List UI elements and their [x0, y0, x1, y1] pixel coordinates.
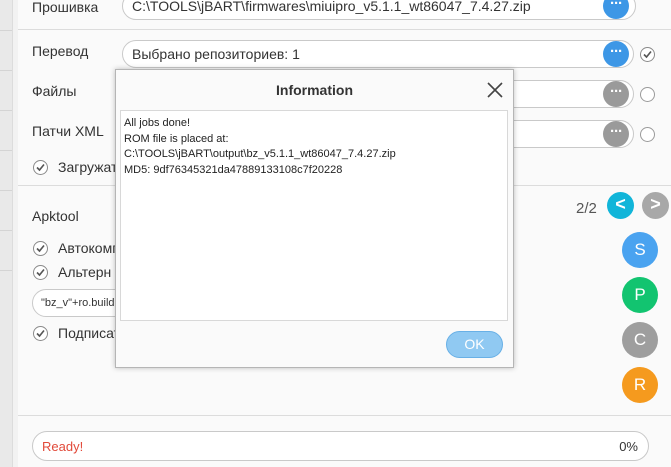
files-browse-button[interactable]: ··· [603, 81, 629, 107]
checkmark-icon [36, 268, 45, 277]
dialog-title: Information [276, 82, 353, 98]
close-icon[interactable] [483, 78, 507, 102]
dialog-message: All jobs done! ROM file is placed at: C:… [120, 110, 508, 321]
files-label: Файлы [32, 83, 77, 99]
translation-checkbox[interactable] [640, 47, 655, 62]
strip-divider [0, 230, 12, 231]
s-button[interactable]: S [622, 232, 658, 268]
progress-percent: 0% [619, 439, 638, 454]
message-line: MD5: 9df76345321da47889133108c7f20228 [124, 163, 343, 176]
strip-divider [0, 70, 12, 71]
translation-field[interactable]: Выбрано репозиториев: 1 [122, 40, 634, 68]
information-dialog: Information All jobs done! ROM file is p… [115, 69, 514, 368]
auto-option-label: Автокомп [58, 240, 120, 256]
message-line: ROM file is placed at: [124, 132, 229, 145]
progress-bar: Ready! 0% [32, 431, 649, 461]
firmware-path-field[interactable]: C:\TOOLS\jBART\firmwares\miuipro_v5.1.1_… [122, 0, 636, 20]
xml-patches-radio[interactable] [640, 127, 655, 142]
checkmark-icon [36, 163, 45, 172]
section-divider [18, 29, 671, 30]
left-panel-strip [0, 0, 13, 467]
checkmark-icon [36, 329, 45, 338]
strip-divider [0, 270, 12, 271]
alt-option-label: Альтерн [58, 264, 112, 280]
r-button[interactable]: R [622, 367, 658, 403]
xml-patches-label: Патчи XML [32, 123, 104, 139]
page-indicator: 2/2 [576, 200, 597, 217]
checkmark-icon [643, 50, 652, 59]
download-checkbox[interactable] [33, 160, 48, 175]
strip-divider [0, 30, 12, 31]
strip-divider [0, 110, 12, 111]
next-page-button[interactable]: > [642, 192, 669, 219]
apktool-label: Apktool [32, 208, 79, 224]
ok-button[interactable]: OK [446, 331, 503, 358]
strip-divider [0, 190, 12, 191]
prev-page-button[interactable]: < [607, 192, 634, 219]
section-divider [18, 415, 671, 416]
translation-browse-button[interactable]: ··· [603, 41, 629, 67]
p-button[interactable]: P [622, 277, 658, 313]
strip-divider [0, 150, 12, 151]
message-line: C:\TOOLS\jBART\output\bz_v5.1.1_wt86047_… [124, 148, 396, 161]
translation-label: Перевод [32, 43, 89, 59]
auto-option-checkbox[interactable] [33, 241, 48, 256]
sign-option-checkbox[interactable] [33, 326, 48, 341]
c-button[interactable]: C [622, 322, 658, 358]
sign-option-label: Подписат [58, 325, 121, 341]
firmware-label: Прошивка [32, 0, 99, 15]
xml-patches-browse-button[interactable]: ··· [603, 121, 629, 147]
status-text: Ready! [42, 439, 84, 454]
alt-option-checkbox[interactable] [33, 265, 48, 280]
message-line: All jobs done! [124, 117, 191, 129]
files-radio[interactable] [640, 87, 655, 102]
checkmark-icon [36, 244, 45, 253]
